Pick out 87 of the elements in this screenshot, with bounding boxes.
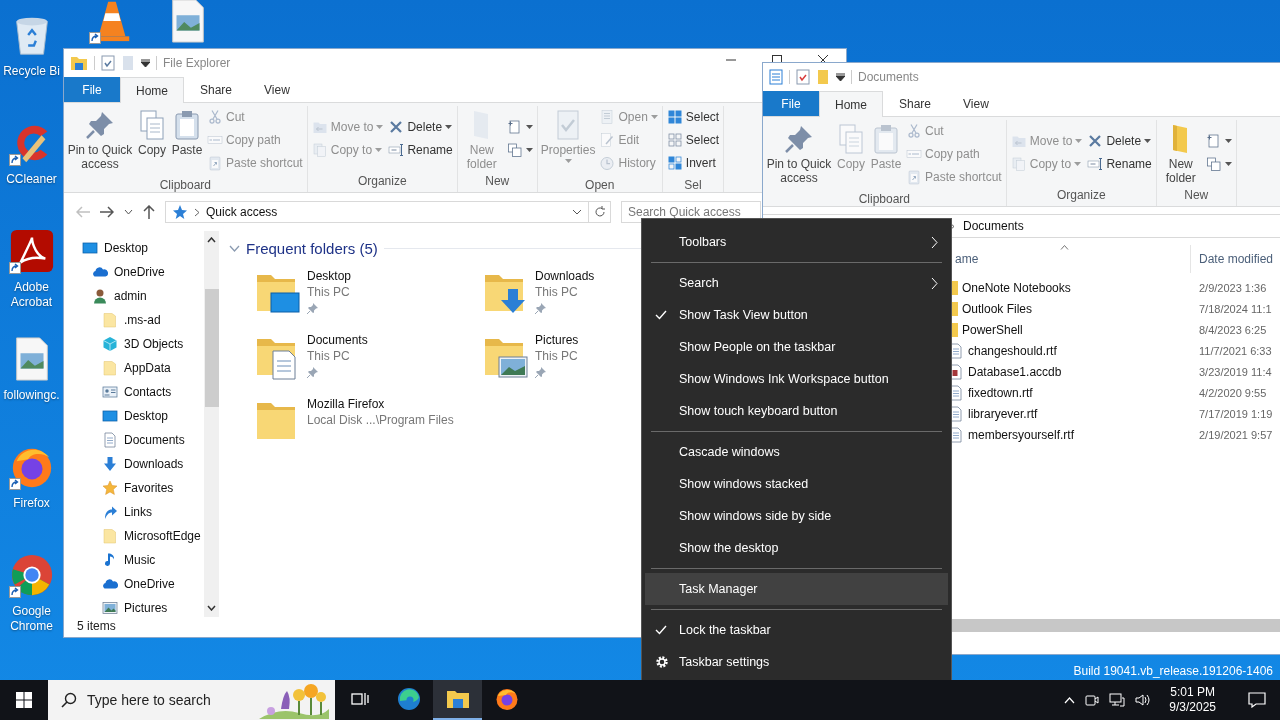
folder-location: This PC (307, 285, 351, 299)
date-cell-text: 2/19/2021 9:57 (1198, 428, 1273, 441)
ribbon-button[interactable]: Rename (386, 138, 455, 161)
build-watermark-text: Build 19041.vb_release.191206-1406 (1073, 664, 1273, 678)
search-button[interactable]: Type here to search (48, 680, 335, 720)
ribbon-tab[interactable]: Home (120, 77, 184, 103)
desktop-shortcut[interactable]: CCleaner (0, 116, 63, 224)
menu-item[interactable]: Show touch keyboard button (645, 395, 948, 427)
group-label: Organize (356, 174, 408, 190)
address-field[interactable]: Quick access (165, 201, 589, 223)
ribbon-tab[interactable]: View (248, 77, 306, 102)
nav-item[interactable]: OneDrive (64, 572, 204, 596)
ribbon-button[interactable]: Copy (135, 106, 169, 160)
nav-item[interactable]: AppData (64, 356, 204, 380)
clock[interactable]: 5:01 PM 9/3/2025 (1161, 685, 1224, 715)
window-title: Documents (858, 70, 919, 84)
ribbon-button[interactable]: Select (664, 106, 722, 128)
ribbon-tab[interactable]: File (64, 77, 120, 102)
desktop-shortcut[interactable]: followingc. (0, 332, 63, 440)
nav-item[interactable]: admin (64, 284, 204, 308)
date-cell-text: 2/9/2023 1:36 (1198, 281, 1267, 294)
nav-item[interactable]: MicrosoftEdge (64, 524, 204, 548)
group-label: Clipboard (857, 192, 912, 207)
nav-item[interactable]: 3D Objects (64, 332, 204, 356)
nav-item[interactable]: Pictures (64, 596, 204, 617)
nav-item[interactable]: Contacts (64, 380, 204, 404)
nav-item[interactable]: Desktop (64, 236, 204, 260)
date-cell-text: 7/18/2024 11:1 (1198, 302, 1272, 315)
menu-item[interactable]: Taskbar settings (645, 646, 948, 678)
column-header[interactable]: Date modified (1191, 245, 1274, 273)
section-header[interactable]: Frequent folders (5) (229, 239, 378, 257)
ribbon-tab[interactable]: View (947, 91, 1005, 116)
nav-item[interactable]: Music (64, 548, 204, 572)
desktop-shortcut[interactable]: Adobe Acrobat (0, 224, 63, 332)
folder-name[interactable]: Desktop (307, 269, 352, 283)
menu-item[interactable]: Show People on the taskbar (645, 331, 948, 363)
desktop-shortcut[interactable]: Google Chrome (0, 548, 63, 656)
nav-item[interactable]: Favorites (64, 476, 204, 500)
nav-item[interactable]: Documents (64, 428, 204, 452)
menu-item[interactable]: Show Task View button (645, 299, 948, 331)
folder-location: This PC (307, 349, 351, 363)
folder-location: This PC (535, 349, 579, 363)
menu-item[interactable]: Show Windows Ink Workspace button (645, 363, 948, 395)
menu-item[interactable]: Task Manager (645, 573, 948, 605)
date-cell-text: 7/17/2019 1:19 (1198, 407, 1273, 420)
ribbon-button[interactable]: Paste (170, 106, 204, 160)
group-label: New (484, 174, 511, 190)
group-label: Organize (1055, 188, 1107, 204)
desktop-shortcut[interactable]: Firefox (0, 440, 63, 548)
menu-item[interactable]: Show windows side by side (645, 500, 948, 532)
ribbon-tab[interactable]: Share (883, 91, 948, 116)
ribbon-tab[interactable]: Home (819, 91, 883, 117)
menu-item[interactable]: Show windows stacked (645, 468, 948, 500)
folder-location: Local Disk ...\Program Files (307, 413, 454, 427)
desktop-shortcut[interactable]: Recycle Bi (0, 8, 63, 116)
group-label: Sel (683, 178, 703, 193)
ribbon-button[interactable]: Select (664, 129, 722, 151)
nav-item[interactable]: .ms-ad (64, 308, 204, 332)
folder-name[interactable]: Downloads (535, 269, 595, 283)
nav-item[interactable]: OneDrive (64, 260, 204, 284)
group-label: Open (584, 178, 616, 193)
ribbon-button[interactable]: New folder (1158, 120, 1203, 188)
date-cell-text: 3/23/2019 11:4 (1198, 365, 1272, 378)
folder-name[interactable]: Pictures (535, 333, 579, 347)
date-cell-text: 11/7/2021 6:33 (1198, 344, 1272, 357)
folder-name[interactable]: Documents (307, 333, 368, 347)
status-text: 5 items (76, 618, 116, 635)
nav-item[interactable]: Downloads (64, 452, 204, 476)
nav-item[interactable]: Links (64, 500, 204, 524)
ribbon-button[interactable]: Delete (386, 115, 455, 138)
group-label: Clipboard (158, 178, 213, 193)
ribbon-button[interactable]: Invert (664, 152, 722, 174)
ribbon-button[interactable]: Rename (1085, 152, 1154, 175)
date-cell-text: 8/4/2023 6:25 (1198, 323, 1267, 336)
window-title: File Explorer (163, 56, 231, 70)
ribbon-button[interactable]: Pin to Quick access (765, 120, 833, 188)
folder-location: This PC (535, 285, 579, 299)
ribbon-button[interactable]: Pin to Quick access (66, 106, 134, 174)
nav-item[interactable]: Desktop (64, 404, 204, 428)
menu-item[interactable]: Show the desktop (645, 532, 948, 564)
folder-name[interactable]: Mozilla Firefox (307, 397, 454, 411)
menu-item[interactable]: Lock the taskbar (645, 614, 948, 646)
ribbon-tab[interactable]: File (763, 91, 819, 116)
ribbon-tab[interactable]: Share (184, 77, 249, 102)
ribbon-button[interactable]: Delete (1085, 129, 1154, 152)
group-label: New (1183, 188, 1210, 204)
date-cell-text: 4/2/2020 9:55 (1198, 386, 1267, 399)
